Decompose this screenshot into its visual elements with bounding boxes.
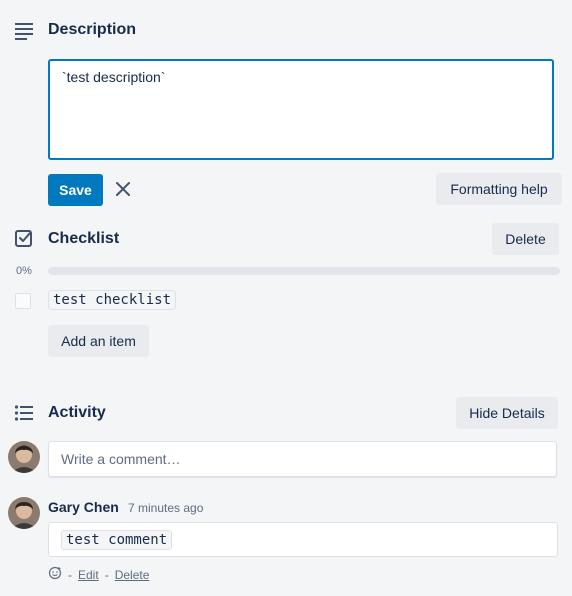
emoji-reaction-icon[interactable] [48,566,62,583]
delete-comment-link[interactable]: Delete [115,568,150,582]
action-separator: - [104,567,109,582]
checklist-item-checkbox[interactable] [15,293,31,309]
comment-actions: - Edit - Delete [48,566,149,583]
activity-title: Activity [48,404,106,421]
checklist-progress-percent: 0% [16,265,32,277]
description-title: Description [48,21,137,38]
save-button[interactable]: Save [48,174,103,206]
description-icon [14,20,34,40]
comment-timestamp[interactable]: 7 minutes ago [128,501,203,515]
avatar[interactable] [8,441,40,473]
formatting-help-button[interactable]: Formatting help [436,173,562,205]
checklist-progress-bar [48,267,560,275]
action-separator: - [68,567,72,582]
comment-text: test comment [61,530,173,550]
comment-author-name[interactable]: Gary Chen [48,499,119,515]
comment-card: test comment [48,522,558,557]
activity-icon [14,403,34,423]
edit-comment-link[interactable]: Edit [78,568,99,582]
close-icon[interactable] [113,179,133,199]
checklist-title: Checklist [48,230,120,247]
description-textarea[interactable] [48,59,554,160]
checklist-delete-button[interactable]: Delete [492,223,559,255]
checklist-icon [14,229,34,249]
checklist-item-text[interactable]: test checklist [48,290,177,310]
add-item-button[interactable]: Add an item [48,325,149,357]
comment-input[interactable] [48,441,557,477]
hide-details-button[interactable]: Hide Details [456,397,558,429]
comment-author-avatar[interactable] [8,497,40,529]
